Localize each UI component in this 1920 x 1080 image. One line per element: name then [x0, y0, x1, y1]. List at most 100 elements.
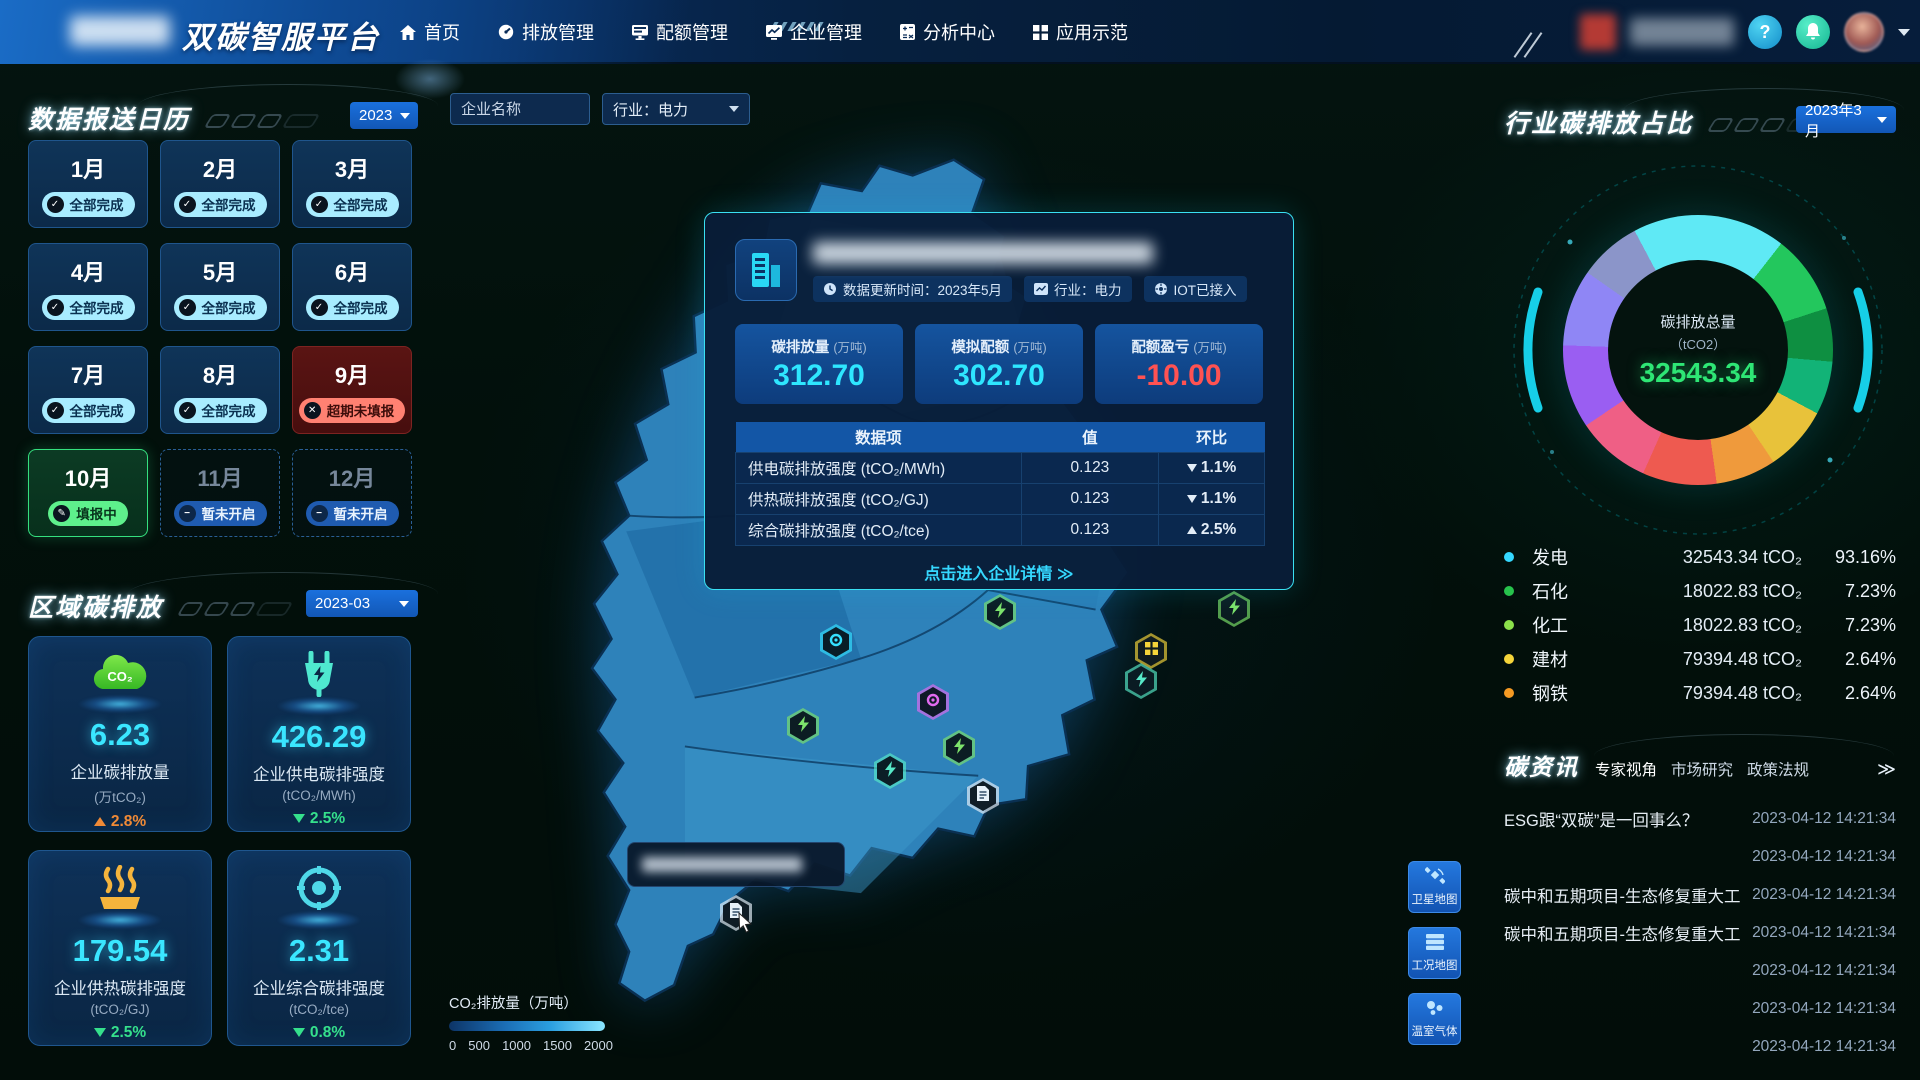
- nav-item-3[interactable]: 配额管理: [632, 19, 728, 45]
- status-icon: −: [179, 505, 196, 522]
- calendar-title: 数据报送日历: [28, 106, 190, 134]
- co2-legend-title: CO₂排放量（万吨）: [449, 992, 649, 1013]
- month-status-text: 全部完成: [70, 400, 124, 420]
- news-item-1[interactable]: ESG跟“双碳”是一回事么？2023-04-12 14:21:34: [1504, 800, 1896, 838]
- month-card-10月[interactable]: 10月 ✎ 填报中: [28, 449, 148, 537]
- map-ctrl-卫星地图[interactable]: 卫星地图: [1408, 861, 1461, 913]
- popup-head-right: 数据更新时间：2023年5月 行业：电力 IOT已接入: [813, 239, 1247, 302]
- chevron-down-icon: [729, 106, 739, 112]
- month-card-6月[interactable]: 6月 ✓ 全部完成: [292, 243, 412, 331]
- month-card-8月[interactable]: 8月 ✓ 全部完成: [160, 346, 280, 434]
- popup-kpi-row: 碳排放量 (万吨) 312.70模拟配额 (万吨) 302.70配额盈亏 (万吨…: [735, 324, 1263, 404]
- month-card-3月[interactable]: 3月 ✓ 全部完成: [292, 140, 412, 228]
- news-item-3[interactable]: 碳中和五期项目-生态修复重大工程...2023-04-12 14:21:34: [1504, 876, 1896, 914]
- region-stat-card-1: CO₂ 6.23 企业碳排放量 (万tCO₂) 2.8%: [28, 636, 212, 832]
- news-item-time: 2023-04-12 14:21:34: [1752, 1000, 1896, 1018]
- nav-item-2[interactable]: 排放管理: [498, 19, 594, 45]
- legend-value: 79394.48 tCO₂: [1616, 683, 1802, 704]
- month-status-badge: ✓ 全部完成: [306, 192, 399, 217]
- nav-item-6[interactable]: 应用示范: [1033, 19, 1128, 45]
- status-icon: ✎: [53, 505, 70, 522]
- avatar[interactable]: [1844, 12, 1884, 52]
- nav-item-4[interactable]: 企业管理: [766, 19, 862, 45]
- legend-dot: [1504, 688, 1514, 698]
- news-tab-3[interactable]: 政策法规: [1747, 758, 1809, 780]
- nav-item-1[interactable]: 首页: [400, 19, 460, 45]
- nav-menu: 首页 排放管理 配额管理 企业管理 分析中心 应用示范: [400, 0, 1128, 64]
- month-card-2月[interactable]: 2月 ✓ 全部完成: [160, 140, 280, 228]
- news-item-2[interactable]: 2023-04-12 14:21:34: [1504, 838, 1896, 876]
- trend-up-icon: [1187, 526, 1197, 534]
- stat-value: 426.29: [272, 719, 367, 755]
- row-name: 供热碳排放强度 (tCO₂/GJ): [736, 483, 1022, 514]
- bolt-marker-icon: [1135, 671, 1148, 692]
- legend-row-钢铁: 钢铁 79394.48 tCO₂ 2.64%: [1504, 676, 1896, 710]
- legend-percent: 2.64%: [1802, 683, 1896, 704]
- co2-cloud-icon: CO₂: [91, 651, 149, 698]
- industry-period-select[interactable]: 2023年3月: [1796, 106, 1896, 133]
- month-status-text: 全部完成: [202, 297, 256, 317]
- month-status-badge: ✓ 全部完成: [42, 295, 135, 320]
- month-card-5月[interactable]: 5月 ✓ 全部完成: [160, 243, 280, 331]
- col-mom: 环比: [1159, 422, 1265, 452]
- home-icon: [400, 25, 416, 40]
- title-decor: [181, 602, 289, 616]
- legend-percent: 7.23%: [1802, 581, 1896, 602]
- news-item-7[interactable]: 2023-04-12 14:21:34: [1504, 1028, 1896, 1066]
- month-status-badge: − 暂未开启: [174, 501, 267, 526]
- trend-down-icon: [1187, 464, 1197, 472]
- corp-name-redacted: [1630, 18, 1734, 46]
- region-stat-card-2: 426.29 企业供电碳排强度 (tCO₂/MWh) 2.5%: [227, 636, 411, 832]
- iot-badge: IOT已接入: [1144, 276, 1247, 302]
- industry-filter-select[interactable]: 行业：电力: [602, 93, 750, 125]
- month-label: 9月: [335, 358, 369, 390]
- avatar-dropdown-caret[interactable]: [1898, 29, 1910, 36]
- news-item-6[interactable]: 2023-04-12 14:21:34: [1504, 990, 1896, 1028]
- month-card-11月[interactable]: 11月 − 暂未开启: [160, 449, 280, 537]
- month-status-badge: ✓ 全部完成: [174, 398, 267, 423]
- nav-item-5[interactable]: 分析中心: [900, 19, 995, 45]
- co2-tick: 500: [468, 1038, 490, 1053]
- popup-header: 数据更新时间：2023年5月 行业：电力 IOT已接入: [735, 239, 1263, 302]
- month-label: 8月: [203, 358, 237, 390]
- trend-down-icon: [293, 1028, 305, 1037]
- region-period-select[interactable]: 2023-03: [306, 590, 418, 617]
- stat-unit: (tCO₂/GJ): [90, 1002, 149, 1017]
- news-item-4[interactable]: 碳中和五期项目-生态修复重大工程2023-04-12 14:21:34: [1504, 914, 1896, 952]
- map-ctrl-温室气体[interactable]: 温室气体: [1408, 993, 1461, 1045]
- update-time-badge: 数据更新时间：2023年5月: [813, 276, 1012, 302]
- month-status-badge: ✓ 全部完成: [174, 192, 267, 217]
- popup-kpi-3: 配额盈亏 (万吨) -10.00: [1095, 324, 1263, 404]
- news-tab-2[interactable]: 市场研究: [1671, 758, 1733, 780]
- monitor-icon: [632, 25, 648, 40]
- month-card-12月[interactable]: 12月 − 暂未开启: [292, 449, 412, 537]
- company-search-input[interactable]: [450, 93, 590, 125]
- month-status-badge: ✓ 全部完成: [42, 192, 135, 217]
- news-tab-1[interactable]: 专家视角: [1595, 758, 1657, 780]
- map-ctrl-label: 工况地图: [1412, 957, 1458, 973]
- calendar-year-select[interactable]: 2023: [350, 102, 418, 129]
- region-emission-panel: 区域碳排放 2023-03 CO₂ 6.23 企业碳排放量 (万tCO₂) 2.…: [28, 588, 418, 624]
- bell-icon[interactable]: [1796, 15, 1830, 49]
- news-item-5[interactable]: 2023-04-12 14:21:34: [1504, 952, 1896, 990]
- month-card-1月[interactable]: 1月 ✓ 全部完成: [28, 140, 148, 228]
- month-card-9月[interactable]: 9月 ✕ 超期未填报: [292, 346, 412, 434]
- help-icon[interactable]: ?: [1748, 15, 1782, 49]
- month-card-4月[interactable]: 4月 ✓ 全部完成: [28, 243, 148, 331]
- company-name-redacted: [813, 242, 1153, 264]
- chart-icon: [1034, 283, 1048, 295]
- month-label: 12月: [329, 461, 375, 493]
- table-row-3: 综合碳排放强度 (tCO₂/tce) 0.123 2.5%: [736, 514, 1265, 545]
- bolt-marker-icon: [994, 602, 1007, 623]
- month-card-7月[interactable]: 7月 ✓ 全部完成: [28, 346, 148, 434]
- month-status-text: 全部完成: [70, 297, 124, 317]
- nav-right-cluster: ?: [1580, 0, 1910, 64]
- table-row-2: 供热碳排放强度 (tCO₂/GJ) 0.123 1.1%: [736, 483, 1265, 514]
- map-ctrl-工况地图[interactable]: 工况地图: [1408, 927, 1461, 979]
- news-more-arrow[interactable]: ≫: [1877, 759, 1896, 780]
- company-detail-link[interactable]: 点击进入企业详情 ≫: [735, 560, 1263, 584]
- stat-value: 2.31: [289, 933, 349, 969]
- month-status-badge: ✓ 全部完成: [42, 398, 135, 423]
- month-label: 4月: [71, 255, 105, 287]
- month-status-badge: ✕ 超期未填报: [299, 398, 406, 423]
